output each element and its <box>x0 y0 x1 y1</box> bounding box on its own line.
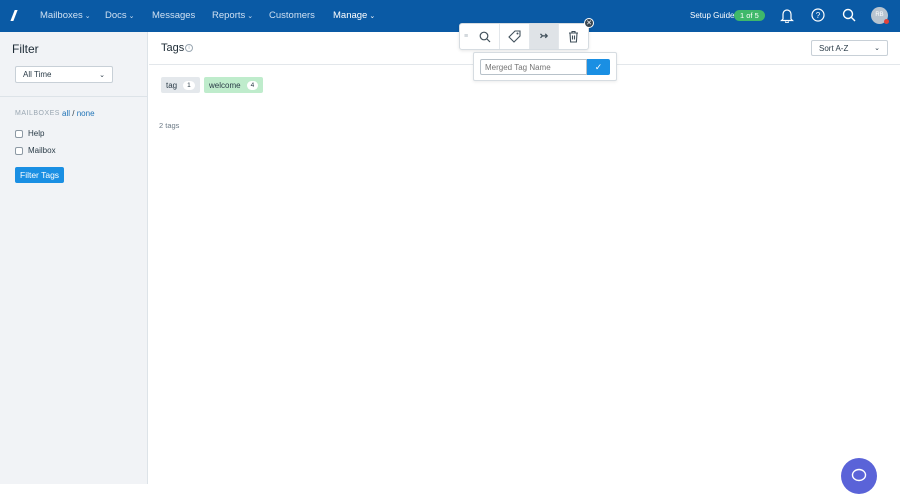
nav-docs[interactable]: Docs ⌄ <box>105 10 135 21</box>
merge-popover: ✓ <box>473 52 617 81</box>
nav-label: Messages <box>152 10 196 21</box>
nav-customers[interactable]: Customers <box>269 10 315 21</box>
chat-icon <box>851 468 867 482</box>
filter-sidebar: Filter All Time ⌄ MAILBOXES all / none He… <box>0 32 148 484</box>
checkbox-label: Mailbox <box>28 146 56 155</box>
nav-messages[interactable]: Messages <box>152 10 195 21</box>
avatar-initials: RB <box>875 12 884 18</box>
nav-label: Reports <box>212 10 246 21</box>
tag-icon[interactable] <box>500 24 530 49</box>
chevron-down-icon: ⌄ <box>369 13 376 20</box>
tag-name: welcome <box>209 80 241 90</box>
select-value: All Time <box>23 70 52 79</box>
confirm-merge-button[interactable]: ✓ <box>587 59 610 75</box>
nav-mailboxes[interactable]: Mailboxes ⌄ <box>40 10 91 21</box>
drag-handle-icon[interactable]: ≡ <box>464 33 468 40</box>
nav-label: Customers <box>269 10 315 21</box>
svg-text:?: ? <box>816 11 821 20</box>
sidebar-title: Filter <box>12 42 39 56</box>
search-icon <box>479 31 491 42</box>
tag-count: 4 <box>246 80 259 90</box>
avatar[interactable]: RB <box>871 7 889 24</box>
checkbox-label: Help <box>28 129 45 138</box>
mailboxes-label: MAILBOXES <box>15 110 60 117</box>
merge-icon[interactable]: ↣ <box>529 24 560 49</box>
checkbox[interactable] <box>15 129 23 138</box>
chevron-down-icon: ⌄ <box>247 13 254 20</box>
tag-action-toolbar: ≡ ↣ <box>459 23 589 50</box>
mailbox-checkbox-help[interactable]: Help <box>15 129 44 138</box>
bell-icon[interactable] <box>780 8 796 24</box>
nav-label: Manage <box>333 10 368 21</box>
status-dot <box>884 19 889 24</box>
trash-icon[interactable] <box>559 24 588 49</box>
toolbar-search[interactable]: ≡ <box>460 24 500 49</box>
logo-icon[interactable]: // <box>11 8 25 25</box>
tag-chip[interactable]: welcome 4 <box>204 77 264 93</box>
time-range-select[interactable]: All Time ⌄ <box>15 66 113 83</box>
search-icon[interactable] <box>842 8 858 24</box>
chevron-down-icon: ⌄ <box>84 13 91 20</box>
top-nav: // Mailboxes ⌄ Docs ⌄ Messages Reports ⌄ Cu… <box>0 0 900 32</box>
sort-select[interactable]: Sort A-Z ⌄ <box>811 40 888 56</box>
all-none-links: all / none <box>62 109 95 118</box>
select-value: Sort A-Z <box>819 43 849 53</box>
separator: / <box>72 109 75 118</box>
select-all-link[interactable]: all <box>62 109 70 118</box>
mailbox-checkbox-mailbox[interactable]: Mailbox <box>15 146 56 155</box>
setup-guide-link[interactable]: Setup Guide <box>690 11 734 20</box>
close-icon[interactable]: ✕ <box>584 18 594 28</box>
nav-label: Docs <box>105 10 127 21</box>
tag-chip[interactable]: tag 1 <box>161 77 200 93</box>
merged-tag-name-input[interactable] <box>480 59 587 75</box>
filter-tags-button[interactable]: Filter Tags <box>15 167 65 183</box>
check-icon: ✓ <box>594 62 603 72</box>
chevron-down-icon: ⌄ <box>128 13 135 20</box>
divider <box>0 96 148 97</box>
select-none-link[interactable]: none <box>77 109 95 118</box>
setup-progress-badge[interactable]: 1 of 5 <box>734 10 765 21</box>
tag-count-text: 2 tags <box>159 121 180 130</box>
chat-beacon-button[interactable] <box>841 458 877 494</box>
info-icon[interactable]: i <box>185 44 193 52</box>
nav-label: Mailboxes <box>40 10 83 21</box>
help-icon[interactable]: ? <box>811 8 827 24</box>
checkbox[interactable] <box>15 146 23 155</box>
chevron-down-icon: ⌄ <box>874 45 880 52</box>
page-title: Tags <box>161 42 185 54</box>
tag-count: 1 <box>183 80 195 90</box>
nav-manage[interactable]: Manage ⌄ <box>333 10 375 21</box>
tag-name: tag <box>166 80 178 90</box>
chevron-down-icon: ⌄ <box>99 71 105 79</box>
nav-reports[interactable]: Reports ⌄ <box>212 10 253 21</box>
